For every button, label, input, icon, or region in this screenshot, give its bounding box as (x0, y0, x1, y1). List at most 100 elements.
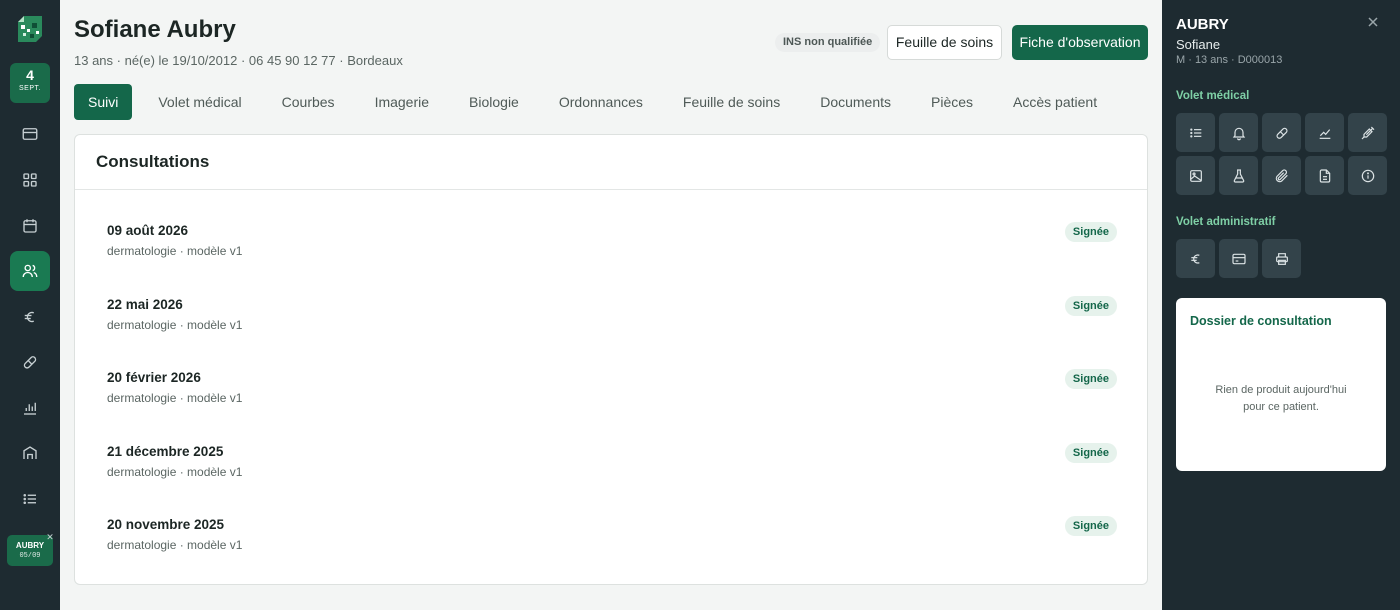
panel-patient-meta: M · 13 ans · D000013 (1176, 54, 1283, 66)
bar-chart-icon (21, 399, 39, 417)
consultation-meta: dermatologie · modèle v1 (107, 465, 243, 479)
tab-volet-medical[interactable]: Volet médical (144, 84, 255, 120)
euro-icon (1188, 251, 1204, 267)
consultations-card: Consultations 09 août 2026 dermatologie … (74, 134, 1148, 585)
nav-dashboard[interactable] (10, 160, 50, 200)
consultation-date: 22 mai 2026 (107, 297, 183, 312)
panel-last-name: AUBRY (1176, 16, 1229, 33)
card-icon (1231, 251, 1247, 267)
nav-billing[interactable] (10, 114, 50, 154)
tab-ordonnances[interactable]: Ordonnances (545, 84, 657, 120)
medical-alerts-button[interactable] (1219, 113, 1258, 152)
nav-stats[interactable] (10, 388, 50, 428)
medical-imaging-button[interactable] (1176, 156, 1215, 195)
medical-info-button[interactable] (1348, 156, 1387, 195)
tab-documents[interactable]: Documents (806, 84, 905, 120)
medical-documents-button[interactable] (1305, 156, 1344, 195)
image-icon (1188, 168, 1204, 184)
medical-vaccines-button[interactable] (1348, 113, 1387, 152)
patient-side-panel: AUBRY Sofiane M · 13 ans · D000013 Volet… (1162, 0, 1400, 610)
ins-status-badge: INS non qualifiée (775, 33, 881, 52)
nav-calendar[interactable] (10, 206, 50, 246)
medical-section-label: Volet médical (1176, 90, 1250, 102)
close-icon[interactable]: ✕ (44, 532, 56, 544)
consultation-item[interactable]: 21 décembre 2025 dermatologie · modèle v… (107, 443, 1117, 484)
admin-billing-button[interactable] (1176, 239, 1215, 278)
status-badge: Signée (1064, 222, 1117, 242)
consultation-meta: dermatologie · modèle v1 (107, 391, 243, 405)
tab-pieces[interactable]: Pièces (917, 84, 987, 120)
flask-icon (1231, 168, 1247, 184)
dossier-title: Dossier de consultation (1190, 314, 1332, 328)
tab-suivi[interactable]: Suivi (74, 84, 133, 120)
tab-imagerie[interactable]: Imagerie (361, 84, 443, 120)
bell-icon (1231, 125, 1247, 141)
consultation-date: 20 février 2026 (107, 370, 201, 385)
close-panel-icon[interactable] (1365, 14, 1381, 30)
today-date-tile[interactable]: 4 SEPT. (10, 63, 50, 103)
pill-icon (21, 353, 39, 371)
nav-finance[interactable] (10, 297, 50, 337)
consultation-meta: dermatologie · modèle v1 (107, 244, 243, 258)
divider (75, 189, 1147, 190)
calendar-icon (21, 217, 39, 235)
printer-icon (1274, 251, 1290, 267)
consultation-meta: dermatologie · modèle v1 (107, 538, 243, 552)
tab-acces-patient[interactable]: Accès patient (999, 84, 1111, 120)
dossier-empty-line: pour ce patient. (1243, 401, 1319, 413)
building-icon (21, 444, 39, 462)
consultation-item[interactable]: 20 février 2026 dermatologie · modèle v1… (107, 369, 1117, 410)
status-badge: Signée (1064, 516, 1117, 536)
dossier-empty-message: Rien de produit aujourd'hui pour ce pati… (1176, 382, 1386, 416)
nav-practice[interactable] (10, 433, 50, 473)
consultation-meta: dermatologie · modèle v1 (107, 318, 243, 332)
medical-list-button[interactable] (1176, 113, 1215, 152)
tab-courbes[interactable]: Courbes (268, 84, 349, 120)
patient-tabs: Suivi Volet médical Courbes Imagerie Bio… (74, 84, 1123, 120)
info-icon (1360, 168, 1376, 184)
consultation-date: 21 décembre 2025 (107, 444, 224, 459)
tab-feuille-de-soins[interactable]: Feuille de soins (669, 84, 794, 120)
patient-name: Sofiane Aubry (74, 16, 236, 43)
syringe-icon (1360, 125, 1376, 141)
tab-biologie[interactable]: Biologie (455, 84, 533, 120)
pill-icon (1274, 125, 1290, 141)
admin-section-label: Volet administratif (1176, 216, 1276, 228)
status-badge: Signée (1064, 296, 1117, 316)
today-day: 4 (26, 67, 34, 83)
consultation-item[interactable]: 20 novembre 2025 dermatologie · modèle v… (107, 516, 1117, 557)
consultations-title: Consultations (96, 152, 210, 171)
users-icon (21, 262, 39, 280)
consultation-item[interactable]: 22 mai 2026 dermatologie · modèle v1 Sig… (107, 296, 1117, 337)
patient-chip-date: 05/09 (19, 552, 41, 560)
dossier-empty-line: Rien de produit aujourd'hui (1215, 384, 1347, 396)
observation-sheet-button[interactable]: Fiche d'observation (1012, 25, 1148, 60)
today-month: SEPT. (19, 85, 41, 92)
panel-first-name: Sofiane (1176, 37, 1221, 52)
care-sheet-button[interactable]: Feuille de soins (887, 25, 1002, 60)
status-badge: Signée (1064, 369, 1117, 389)
admin-card-button[interactable] (1219, 239, 1258, 278)
medical-treatments-button[interactable] (1262, 113, 1301, 152)
app-logo-icon[interactable] (12, 12, 48, 48)
card-icon (21, 125, 39, 143)
consultation-date: 09 août 2026 (107, 223, 189, 238)
consultation-dossier-card: Dossier de consultation Rien de produit … (1176, 298, 1386, 471)
medical-biology-button[interactable] (1219, 156, 1258, 195)
consultation-item[interactable]: 09 août 2026 dermatologie · modèle v1 Si… (107, 222, 1117, 263)
patient-details: 13 ans · né(e) le 19/10/2012 · 06 45 90 … (74, 53, 403, 68)
nav-prescriptions[interactable] (10, 342, 50, 382)
open-patient-chip[interactable]: AUBRY 05/09 ✕ (7, 532, 56, 566)
admin-print-button[interactable] (1262, 239, 1301, 278)
chart-line-icon (1317, 125, 1333, 141)
medical-attachments-button[interactable] (1262, 156, 1301, 195)
consultation-date: 20 novembre 2025 (107, 517, 225, 532)
nav-lists[interactable] (10, 479, 50, 519)
list-icon (21, 490, 39, 508)
paperclip-icon (1274, 168, 1290, 184)
left-rail: 4 SEPT. AUBRY 05/09 ✕ (0, 0, 60, 610)
nav-patients[interactable] (10, 251, 50, 291)
medical-curves-button[interactable] (1305, 113, 1344, 152)
grid-icon (21, 171, 39, 189)
document-icon (1317, 168, 1333, 184)
